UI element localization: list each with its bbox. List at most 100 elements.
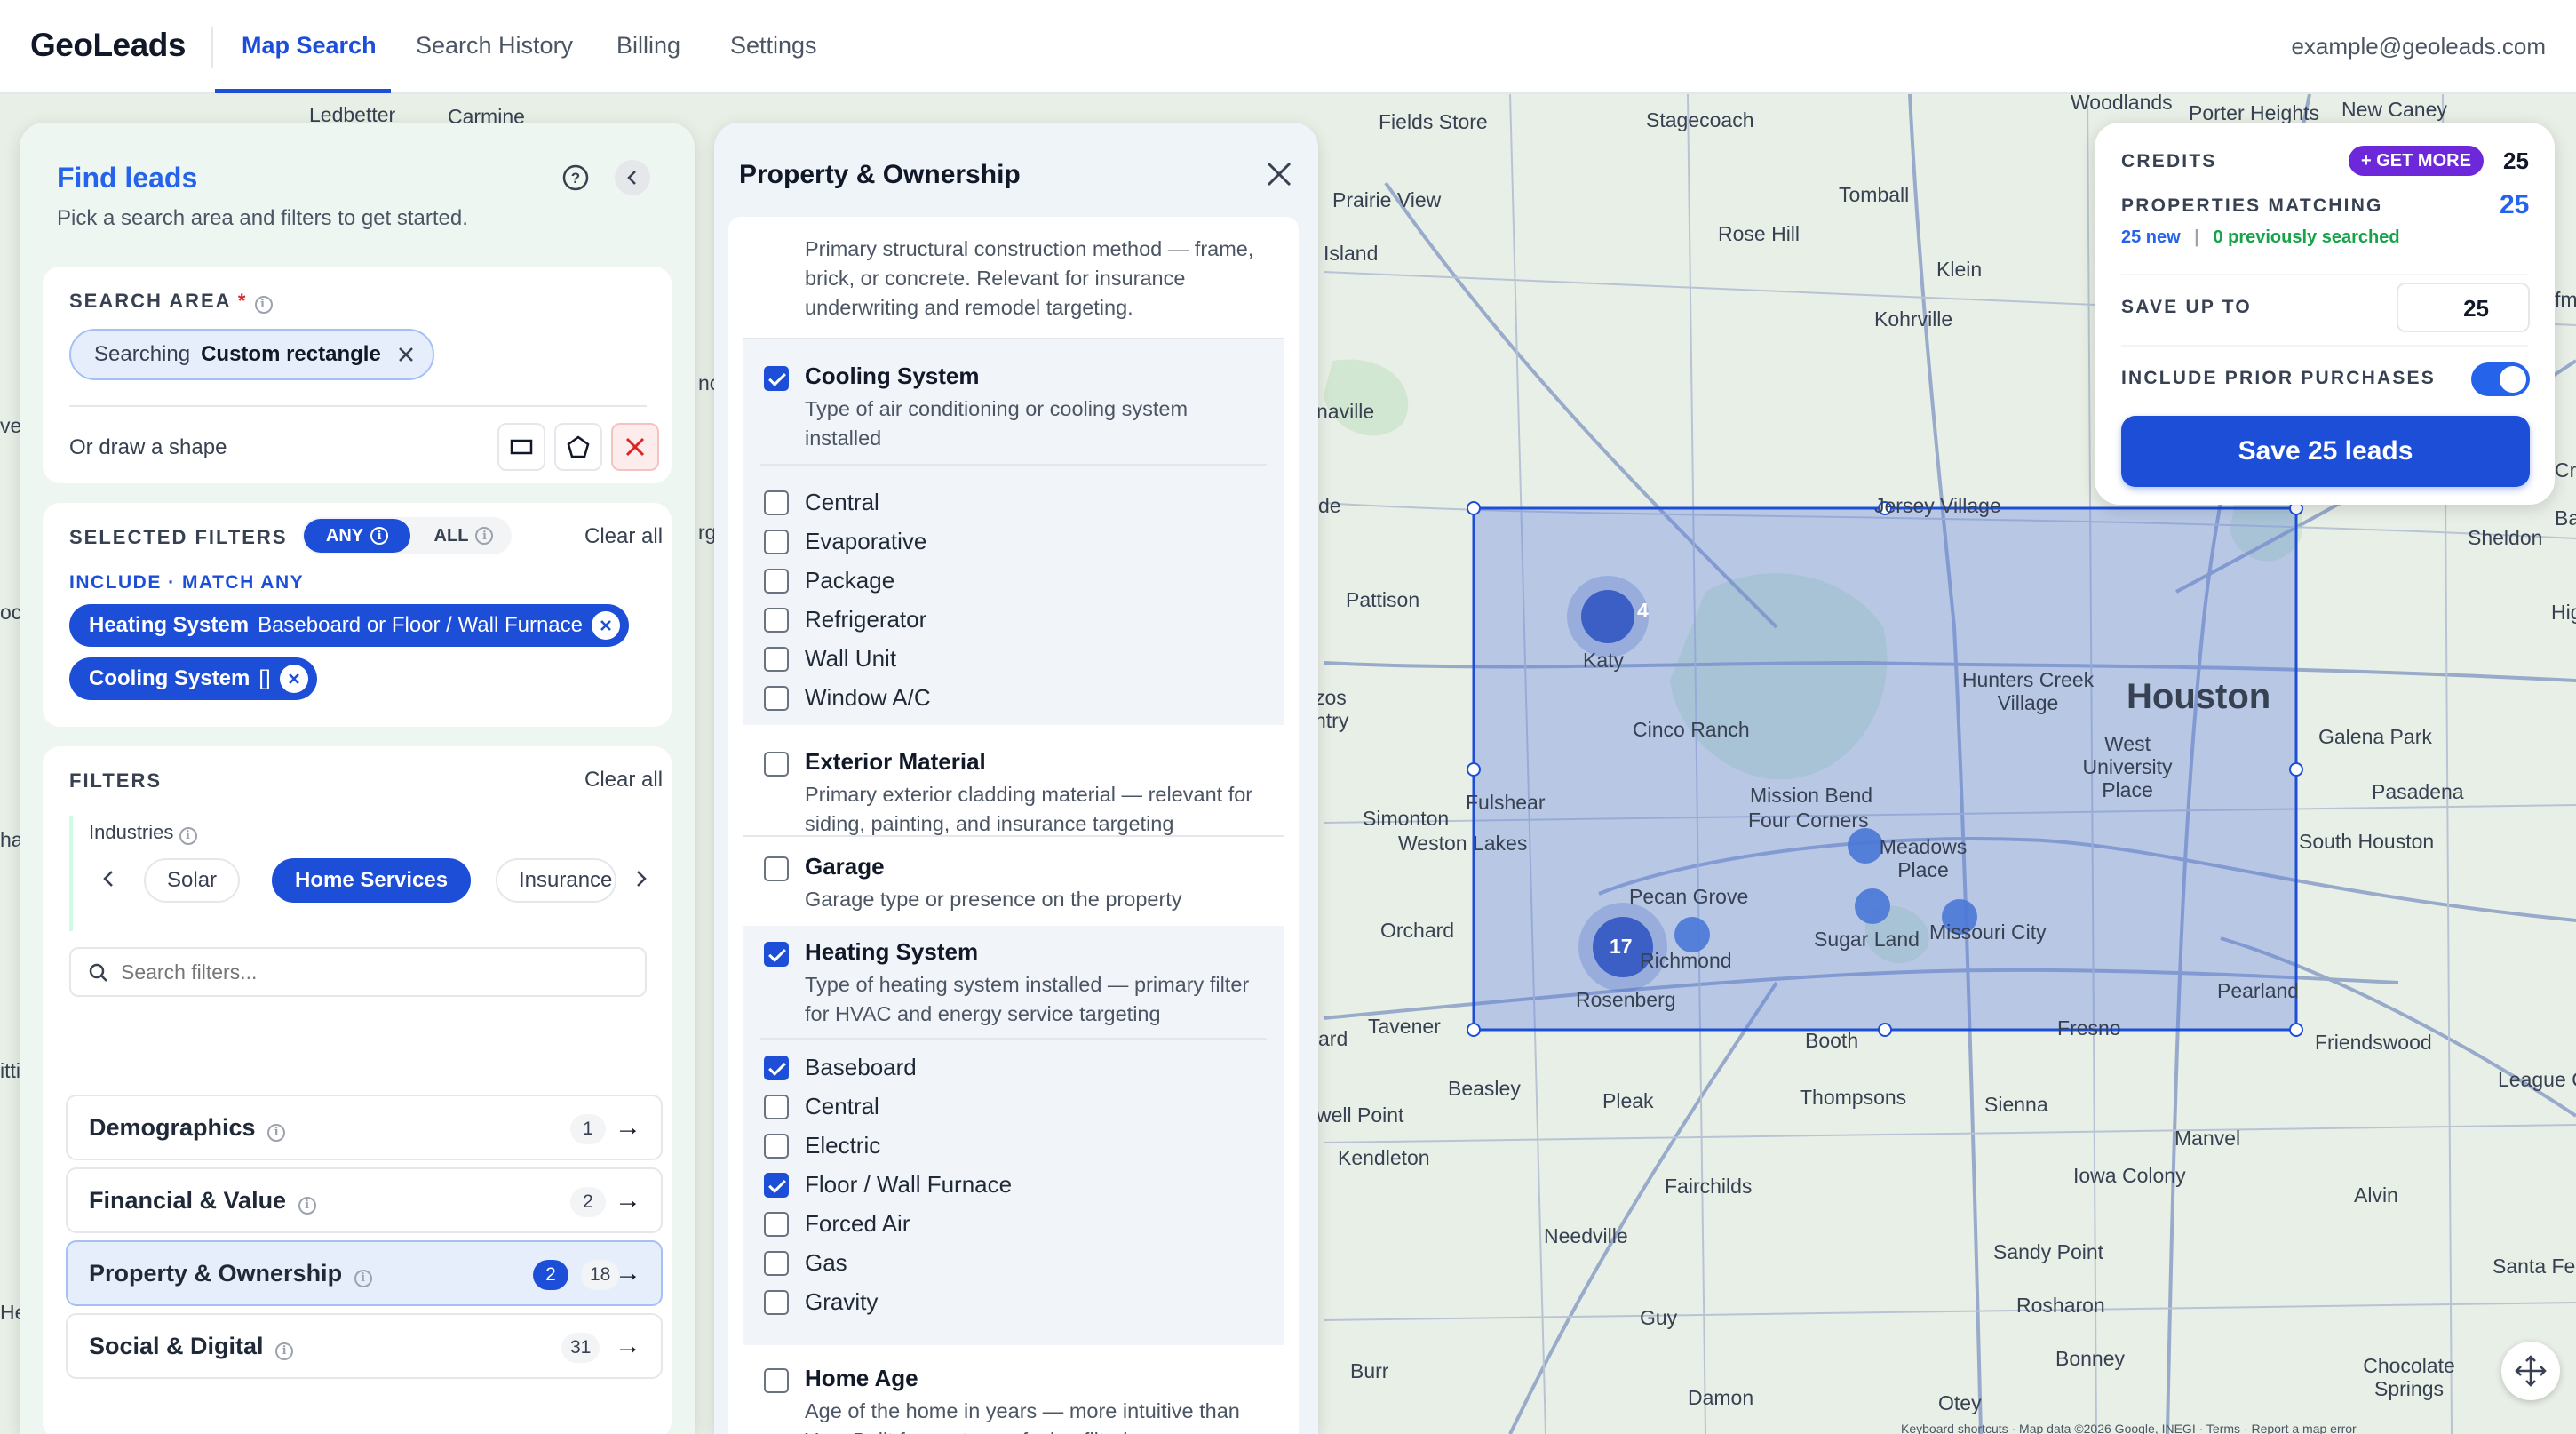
map-place-label: Jersey Village <box>1874 494 2001 517</box>
filter-category-property[interactable]: Property & Ownership i 2 18 → <box>66 1240 663 1306</box>
cluster-count[interactable]: 17 <box>1610 935 1633 959</box>
tab-search-history[interactable]: Search History <box>416 32 573 60</box>
save-up-to-label: SAVE UP TO <box>2121 297 2252 317</box>
chevron-left-icon <box>627 171 636 185</box>
option-checkbox[interactable] <box>764 686 789 711</box>
map-place-label: West University Place <box>2082 732 2173 801</box>
selected-filter-chip[interactable]: Heating System Baseboard or Floor / Wall… <box>69 604 629 647</box>
industries-scroll-left-button[interactable] <box>91 858 126 899</box>
industry-chip-solar[interactable]: Solar <box>144 858 241 903</box>
match-all-button[interactable]: ALL i <box>419 519 508 553</box>
save-leads-button[interactable]: Save 25 leads <box>2121 416 2530 487</box>
help-icon[interactable]: ? <box>558 160 593 195</box>
selected-filter-chip[interactable]: Cooling System [] <box>69 657 317 700</box>
close-icon <box>1267 162 1292 187</box>
map-place-label: oc <box>0 601 22 624</box>
app-logo[interactable]: GeoLeads <box>30 27 186 64</box>
option-checkbox[interactable] <box>764 569 789 594</box>
industry-chip-home-services[interactable]: Home Services <box>272 858 472 903</box>
filter-options-list[interactable]: Primary structural construction method —… <box>728 217 1299 1434</box>
get-more-credits-button[interactable]: + GET MORE <box>2349 146 2484 176</box>
map-place-label: Cr <box>2555 458 2576 482</box>
fullscreen-button[interactable] <box>2501 1342 2560 1400</box>
map-attribution[interactable]: Keyboard shortcuts · Map data ©2026 Goog… <box>1901 1422 2357 1434</box>
filter-count-badge: 18 <box>581 1260 620 1290</box>
match-any-button[interactable]: ANY i <box>304 519 410 553</box>
draw-shape-prompt: Or draw a shape <box>69 435 227 459</box>
tab-settings[interactable]: Settings <box>730 32 817 60</box>
expand-icon <box>2515 1355 2547 1387</box>
logo-divider <box>211 27 213 68</box>
search-area-chip[interactable]: Searching Custom rectangle <box>69 329 434 380</box>
prior-purchases-toggle[interactable] <box>2471 362 2530 396</box>
map-place-label: Sandy Point <box>1993 1240 2104 1263</box>
option-checkbox[interactable] <box>764 490 789 515</box>
map-place-label: Pattison <box>1346 588 1420 611</box>
map-place-label: Pasadena <box>2372 780 2464 803</box>
filter-group-garage[interactable]: Garage Garage type or presence on the pr… <box>743 837 1284 926</box>
heating-system-checkbox[interactable] <box>764 942 789 967</box>
garage-checkbox[interactable] <box>764 856 789 881</box>
filter-category-financial[interactable]: Financial & Value i 2 → <box>66 1167 663 1233</box>
filter-group-exterior[interactable]: Exterior Material Primary exterior cladd… <box>743 725 1284 835</box>
close-panel-button[interactable] <box>1263 158 1295 196</box>
exterior-material-checkbox[interactable] <box>764 752 789 777</box>
search-filters-input[interactable] <box>121 958 618 986</box>
info-icon: i <box>179 826 197 845</box>
collapse-panel-button[interactable] <box>615 160 650 195</box>
industry-chip-insurance[interactable]: Insurance <box>496 858 616 903</box>
clear-filters-button[interactable]: Clear all <box>584 768 663 793</box>
clear-shape-button[interactable] <box>611 423 659 471</box>
map-place-label: zos <box>1315 686 1347 709</box>
map-place-label: Prairie View <box>1332 188 1442 211</box>
draw-rectangle-button[interactable] <box>497 423 545 471</box>
remove-chip-button[interactable] <box>592 611 620 640</box>
filter-group-heating[interactable]: Heating System Type of heating system in… <box>743 926 1284 1038</box>
filter-search-box[interactable] <box>69 947 647 997</box>
option-checkbox[interactable] <box>764 647 789 672</box>
map-place-label: Chocolate Springs <box>2363 1354 2455 1400</box>
option-checkbox[interactable] <box>764 1134 789 1159</box>
home-age-checkbox[interactable] <box>764 1368 789 1393</box>
clear-selected-filters-button[interactable]: Clear all <box>584 524 663 549</box>
option-checkbox[interactable] <box>764 1056 789 1080</box>
matching-value: 25 <box>2500 190 2530 219</box>
industries-accent-bar <box>69 816 73 931</box>
tab-billing[interactable]: Billing <box>616 32 680 60</box>
cluster-count[interactable]: 4 <box>1637 599 1649 623</box>
option-checkbox[interactable] <box>764 1290 789 1315</box>
option-checkbox[interactable] <box>764 608 789 633</box>
search-area-label: SEARCH AREA * i <box>69 290 273 314</box>
active-tab-indicator <box>215 89 391 93</box>
map-place-label: de <box>1318 494 1341 517</box>
map-place-label: Burr <box>1350 1359 1389 1382</box>
arrow-right-icon: → <box>615 1185 641 1215</box>
user-email[interactable]: example@geoleads.com <box>2291 33 2546 60</box>
filter-group-cooling[interactable]: Cooling System Type of air conditioning … <box>743 339 1284 464</box>
map-place-label: Rosharon <box>2016 1294 2105 1317</box>
heating-options: Baseboard Central Electric Floor / Wall … <box>743 1038 1284 1345</box>
filter-category-social[interactable]: Social & Digital i 31 → <box>66 1313 663 1379</box>
option-checkbox[interactable] <box>764 1173 789 1198</box>
remove-chip-button[interactable] <box>279 665 308 693</box>
map-place-label: Guy <box>1640 1306 1678 1329</box>
map-place-label: Island <box>1324 242 1379 265</box>
option-checkbox[interactable] <box>764 1251 789 1276</box>
divider <box>69 405 647 407</box>
map-place-label: itti <box>0 1059 20 1082</box>
map-place-label: New Caney <box>2341 98 2447 121</box>
cooling-system-checkbox[interactable] <box>764 366 789 391</box>
draw-polygon-button[interactable] <box>554 423 602 471</box>
option-checkbox[interactable] <box>764 1212 789 1237</box>
filter-count-badge: 2 <box>570 1187 606 1217</box>
filter-group-home-age[interactable]: Home Age Age of the home in years — more… <box>743 1350 1284 1434</box>
industries-scroll-right-button[interactable] <box>624 858 659 899</box>
option-checkbox[interactable] <box>764 1095 789 1119</box>
save-up-to-input[interactable]: 25 <box>2397 283 2530 332</box>
map-place-label: Fulshear <box>1466 791 1546 814</box>
filter-category-demographics[interactable]: Demographics i 1 → <box>66 1095 663 1160</box>
map-place-label: Rose Hill <box>1718 222 1801 245</box>
tab-map-search[interactable]: Map Search <box>242 32 377 60</box>
option-checkbox[interactable] <box>764 530 789 554</box>
map-place-label: Friendswood <box>2315 1031 2432 1054</box>
